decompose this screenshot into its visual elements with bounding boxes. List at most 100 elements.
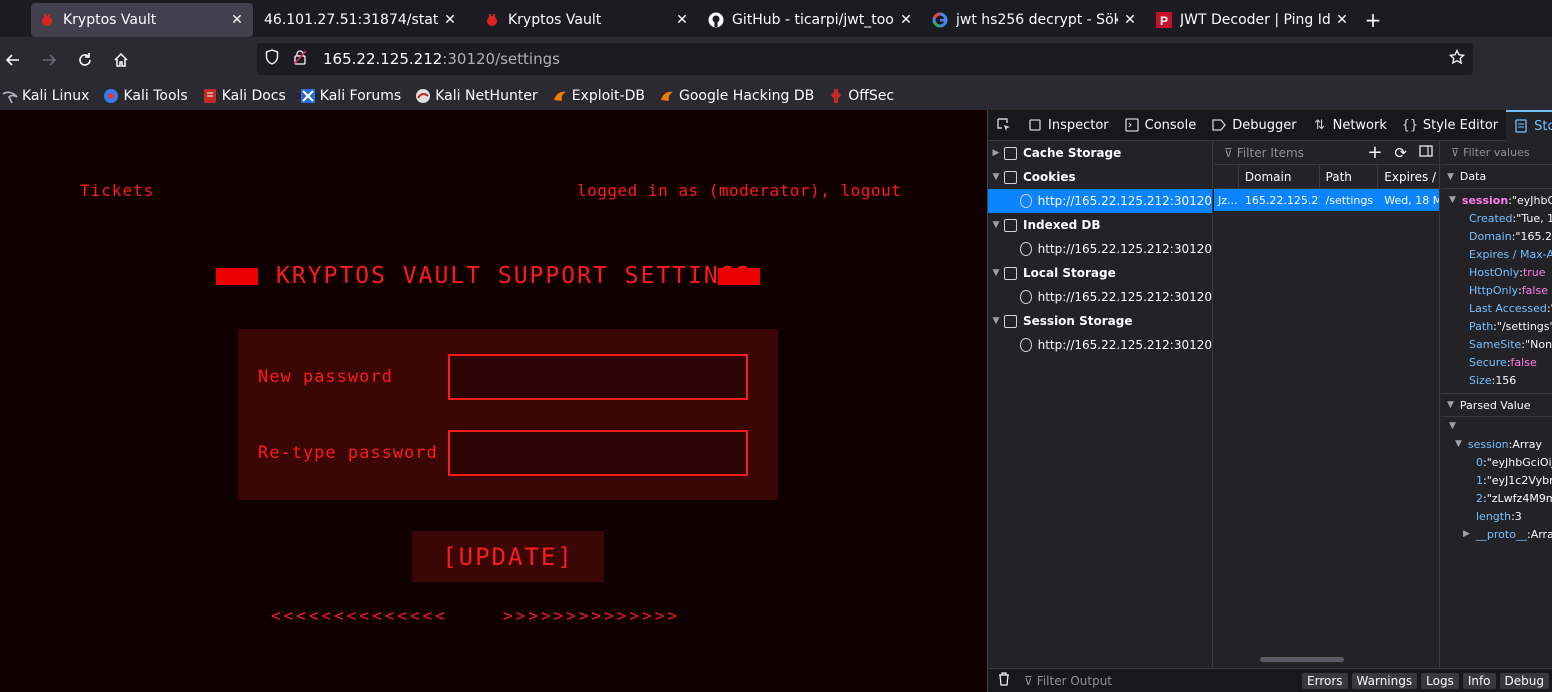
tree-local-storage[interactable]: ▼ Local Storage	[988, 261, 1212, 285]
tab-console[interactable]: Console	[1117, 110, 1205, 141]
bookmark-kali-tools[interactable]: Kali Tools	[103, 88, 188, 104]
new-password-field[interactable]	[448, 354, 748, 400]
url-text: 165.22.125.212:30120/settings	[323, 50, 560, 68]
trash-icon[interactable]	[998, 672, 1010, 689]
reload-button[interactable]	[67, 44, 103, 76]
parsed-type: Array	[1512, 437, 1542, 451]
tickets-link[interactable]: Tickets	[80, 181, 154, 200]
data-field-row[interactable]: Last Accessed: "T	[1441, 299, 1552, 317]
col-path[interactable]: Path	[1320, 164, 1379, 189]
tree-cookies-origin[interactable]: http://165.22.125.212:30120	[988, 189, 1212, 213]
parsed-item-row[interactable]: 0: "eyJhbGciOiJI	[1441, 453, 1552, 471]
tree-label: Indexed DB	[1023, 218, 1101, 232]
tab-github[interactable]: GitHub - ticarpi/jwt_tool: ✕	[700, 3, 922, 37]
sidebar-toggle-button[interactable]	[1419, 145, 1433, 160]
data-field-row[interactable]: Expires / Max-Age:	[1441, 245, 1552, 263]
logs-button[interactable]: Logs	[1421, 672, 1459, 689]
parsed-session-row[interactable]: ▼ session: Array	[1441, 435, 1552, 453]
parsed-item-row[interactable]: 2: "zLwfz4M9mi	[1441, 489, 1552, 507]
bookmark-exploit-db[interactable]: Exploit-DB	[552, 88, 645, 104]
errors-button[interactable]: Errors	[1302, 672, 1348, 689]
data-field-row[interactable]: HostOnly: true	[1441, 263, 1552, 281]
data-section-header[interactable]: ▼ Data	[1441, 165, 1552, 189]
data-field-key: Size	[1469, 373, 1492, 387]
kali-docs-icon	[202, 88, 218, 104]
tree-label: Cookies	[1023, 170, 1076, 184]
bookmark-kali-nethunter[interactable]: Kali NetHunter	[415, 88, 538, 104]
refresh-button[interactable]: ⟳	[1394, 144, 1407, 162]
tab-jwt-decoder[interactable]: P JWT Decoder | Ping Identi ✕	[1148, 3, 1358, 37]
filter-values-input[interactable]: Filter values	[1463, 146, 1530, 159]
tab-kryptos-vault[interactable]: Kryptos Vault ✕	[476, 3, 698, 37]
tab-style-editor[interactable]: {} Style Editor	[1395, 110, 1506, 141]
home-button[interactable]	[103, 44, 139, 76]
parsed-root-row[interactable]: ▼	[1441, 417, 1552, 435]
tree-local-storage-origin[interactable]: http://165.22.125.212:30120	[988, 285, 1212, 309]
bookmark-kali-docs[interactable]: Kali Docs	[202, 88, 286, 104]
info-button[interactable]: Info	[1462, 672, 1496, 689]
shield-icon[interactable]	[265, 49, 281, 69]
debug-button[interactable]: Debug	[1499, 672, 1549, 689]
tab-inspector[interactable]: Inspector	[1020, 110, 1117, 141]
bookmark-offsec[interactable]: OffSec	[828, 88, 894, 104]
tree-session-storage[interactable]: ▼ Session Storage	[988, 309, 1212, 333]
bookmark-kali-forums[interactable]: Kali Forums	[300, 88, 401, 104]
tree-cache-storage[interactable]: ▶ Cache Storage	[988, 141, 1212, 165]
page-title: KRYPTOS VAULT SUPPORT SETTINGS	[276, 263, 752, 289]
element-picker-button[interactable]	[988, 110, 1020, 141]
data-field-row[interactable]: Size: 156	[1441, 371, 1552, 389]
tab-google-search[interactable]: jwt hs256 decrypt - Sök p ✕	[924, 3, 1146, 37]
console-filter-input[interactable]: Filter Output	[1037, 674, 1302, 688]
back-button[interactable]	[0, 44, 31, 76]
tree-session-storage-origin[interactable]: http://165.22.125.212:30120	[988, 333, 1212, 357]
data-field-row[interactable]: Created: "Tue, 1	[1441, 209, 1552, 227]
new-tab-button[interactable]: +	[1358, 3, 1388, 37]
update-button[interactable]: [UPDATE]	[412, 531, 604, 582]
data-field-row[interactable]: Domain: "165.22.	[1441, 227, 1552, 245]
data-field-row[interactable]: SameSite: "None"	[1441, 335, 1552, 353]
filter-items-input[interactable]: Filter Items	[1237, 146, 1368, 160]
braces-icon: {}	[1401, 117, 1419, 133]
close-icon[interactable]: ✕	[898, 12, 914, 28]
table-row[interactable]: Jz... 165.22.125.212 /settings Wed, 18 M…	[1214, 189, 1439, 211]
bookmark-star-icon[interactable]	[1448, 48, 1466, 69]
horizontal-scrollbar[interactable]	[1260, 657, 1344, 662]
data-field-row[interactable]: HttpOnly: false	[1441, 281, 1552, 299]
retype-password-field[interactable]	[448, 430, 748, 476]
bookmark-kali-linux[interactable]: Kali Linux	[2, 88, 89, 104]
close-icon[interactable]: ✕	[674, 12, 690, 28]
close-icon[interactable]: ✕	[1122, 12, 1138, 28]
add-item-button[interactable]: +	[1367, 142, 1382, 163]
data-session-row[interactable]: ▼session: "eyJhbGci	[1441, 191, 1552, 209]
close-icon[interactable]: ✕	[229, 12, 245, 28]
parsed-proto-value: Array	[1530, 527, 1552, 541]
insecure-lock-icon[interactable]	[293, 49, 309, 69]
parsed-proto-row[interactable]: ▶__proto__: Array	[1441, 525, 1552, 543]
parsed-section-header[interactable]: ▼ Parsed Value	[1441, 393, 1552, 417]
globe-icon	[1020, 194, 1032, 208]
tree-indexed-db-origin[interactable]: http://165.22.125.212:30120	[988, 237, 1212, 261]
url-bar[interactable]: 165.22.125.212:30120/settings	[257, 43, 1473, 75]
tab-debugger[interactable]: Debugger	[1204, 110, 1304, 141]
tab-static-js[interactable]: 46.101.27.51:31874/static/js/t ✕	[256, 3, 466, 37]
tab-kryptos-vault-active[interactable]: Kryptos Vault ✕	[31, 3, 253, 37]
close-icon[interactable]: ✕	[1334, 12, 1350, 28]
data-field-row[interactable]: Secure: false	[1441, 353, 1552, 371]
tab-network[interactable]: ⇅ Network	[1305, 110, 1395, 141]
close-icon[interactable]: ✕	[442, 12, 458, 28]
tab-storage[interactable]: Storage	[1506, 109, 1552, 141]
console-bar: ⊽ Filter Output Errors Warnings Logs Inf…	[988, 668, 1552, 692]
data-field-row[interactable]: Path: "/settings"	[1441, 317, 1552, 335]
tree-indexed-db[interactable]: ▼ Indexed DB	[988, 213, 1212, 237]
tree-cookies[interactable]: ▼ Cookies	[988, 165, 1212, 189]
sidebar-toggle-icon	[1419, 145, 1433, 157]
logout-link[interactable]: logged in as (moderator), logout	[577, 181, 901, 200]
forward-button[interactable]	[31, 44, 67, 76]
bookmark-google-hacking-db[interactable]: Google Hacking DB	[659, 88, 814, 104]
ghdb-icon	[659, 88, 675, 104]
col-expires[interactable]: Expires / Ma	[1378, 165, 1439, 189]
col-domain[interactable]: Domain	[1239, 164, 1320, 189]
parsed-item-row[interactable]: 1: "eyJ1c2VybmF	[1441, 471, 1552, 489]
col-value[interactable]	[1214, 164, 1239, 189]
warnings-button[interactable]: Warnings	[1351, 672, 1418, 689]
